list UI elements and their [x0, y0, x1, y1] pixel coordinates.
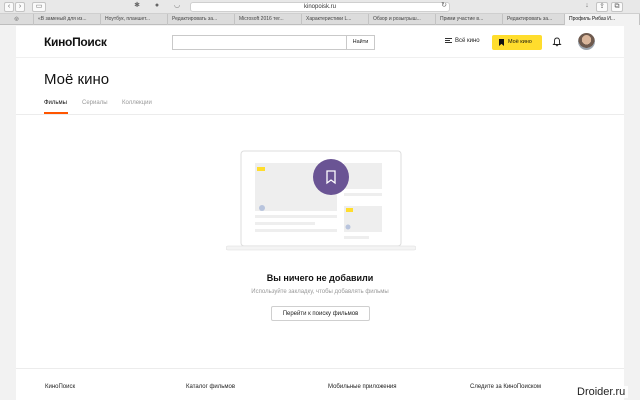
- page-title: Моё кино: [44, 71, 110, 88]
- tab-films[interactable]: Фильмы: [44, 100, 68, 114]
- footer-link-kinopoisk[interactable]: КиноПоиск: [45, 384, 75, 390]
- sidebar-toggle-icon[interactable]: ▭: [32, 2, 46, 12]
- share-icon[interactable]: ⇪: [596, 2, 608, 12]
- browser-tab[interactable]: Прими участие в...: [436, 14, 503, 25]
- ghostery-icon[interactable]: ●: [152, 2, 162, 12]
- empty-state-illustration: [226, 150, 416, 251]
- new-tab-button[interactable]: ⧉: [611, 2, 623, 12]
- bell-icon[interactable]: [552, 37, 562, 47]
- browser-tab[interactable]: Редактировать за...: [503, 14, 565, 25]
- extension-icon[interactable]: ✱: [132, 2, 142, 12]
- reload-icon[interactable]: ↻: [440, 2, 448, 12]
- site-header: КиноПоиск Найти Всё кино Моё кино: [16, 26, 624, 58]
- browser-toolbar: ‹ › ▭ ✱ ● ◡ kinopoisk.ru ↻ ↓ ⇪ ⧉: [0, 0, 640, 14]
- download-icon[interactable]: ↓: [582, 2, 592, 12]
- tab-series[interactable]: Сериалы: [82, 100, 108, 106]
- footer-link-catalog[interactable]: Каталог фильмов: [186, 384, 235, 390]
- footer-link-social[interactable]: Следите за КиноПоиском: [470, 384, 541, 390]
- pocket-icon[interactable]: ◡: [172, 2, 182, 12]
- menu-icon: [445, 38, 452, 43]
- empty-state-subtitle: Используйте закладку, чтобы добавлять фи…: [251, 289, 389, 295]
- browser-tab[interactable]: Microsoft 2016 тег...: [235, 14, 302, 25]
- forward-button[interactable]: ›: [15, 2, 25, 12]
- empty-state-title: Вы ничего не добавили: [266, 273, 374, 283]
- browser-tab[interactable]: Обзор и розыгрыш...: [369, 14, 436, 25]
- back-button[interactable]: ‹: [4, 2, 14, 12]
- divider: [16, 114, 624, 115]
- browser-tab[interactable]: Редактировать за...: [168, 14, 235, 25]
- watermark: Droider.ru: [574, 386, 629, 398]
- search-button[interactable]: Найти: [346, 35, 375, 50]
- browser-tab-bar: ◎ «В заменый для из... Ноутбук, планшет.…: [0, 14, 640, 25]
- tab-overview-icon[interactable]: ◎: [0, 14, 34, 25]
- footer-divider: [16, 368, 624, 369]
- avatar[interactable]: [578, 33, 595, 50]
- page: КиноПоиск Найти Всё кино Моё кино Моё ки…: [16, 26, 624, 400]
- tab-collections[interactable]: Коллекции: [122, 100, 152, 106]
- all-movies-menu[interactable]: Всё кино: [445, 38, 480, 44]
- logo[interactable]: КиноПоиск: [44, 35, 107, 49]
- address-bar[interactable]: kinopoisk.ru: [190, 2, 450, 12]
- search-input[interactable]: [172, 35, 346, 50]
- browser-tab-active[interactable]: Профиль Рибаз И...: [565, 14, 640, 25]
- bookmark-icon: [499, 39, 504, 46]
- url-text: kinopoisk.ru: [303, 4, 336, 10]
- find-movies-button[interactable]: Перейти к поиску фильмов: [271, 306, 370, 321]
- browser-tab[interactable]: «В заменый для из...: [34, 14, 101, 25]
- footer-link-apps[interactable]: Мобильные приложения: [328, 384, 397, 390]
- my-movies-button[interactable]: Моё кино: [492, 35, 542, 50]
- browser-tab[interactable]: Характеристики L...: [302, 14, 369, 25]
- browser-tab[interactable]: Ноутбук, планшет...: [101, 14, 168, 25]
- all-movies-label: Всё кино: [455, 38, 480, 45]
- my-movies-label: Моё кино: [508, 39, 532, 45]
